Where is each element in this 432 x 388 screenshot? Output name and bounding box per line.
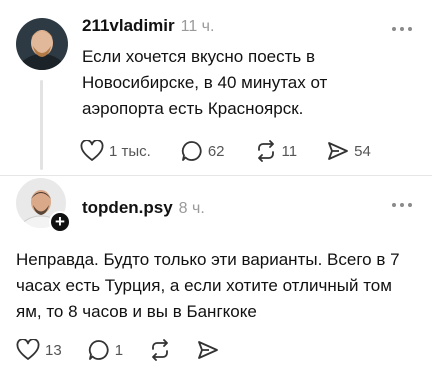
repost-icon — [257, 140, 274, 162]
like-button[interactable]: 13 — [16, 339, 62, 361]
comment-button[interactable]: 1 — [88, 339, 123, 361]
comment-icon — [88, 340, 109, 360]
thread-line — [40, 80, 43, 170]
share-button[interactable]: 54 — [327, 140, 371, 162]
post-actions: 13 1 — [16, 339, 245, 361]
like-count: 13 — [45, 341, 62, 359]
thread-post: 211vladimir 11 ч. Если хочется вкусно по… — [0, 0, 432, 176]
more-dots-icon[interactable] — [392, 200, 412, 210]
post-text: Неправда. Будто только эти варианты. Все… — [16, 250, 400, 321]
share-button[interactable] — [197, 339, 219, 361]
share-icon — [198, 341, 218, 359]
post-header: 211vladimir 11 ч. — [82, 16, 214, 36]
share-icon — [328, 142, 349, 160]
post-header: topden.psy 8 ч. — [82, 198, 205, 218]
like-button[interactable]: 1 тыс. — [80, 140, 151, 162]
like-count: 1 тыс. — [109, 142, 151, 160]
more-dots-icon[interactable] — [392, 24, 412, 34]
comment-icon — [181, 141, 202, 161]
repost-button[interactable] — [149, 339, 171, 361]
thread-post: + topden.psy 8 ч. Неправда. Будто только… — [0, 176, 432, 388]
repost-button[interactable]: 11 — [255, 140, 298, 162]
avatar[interactable] — [16, 18, 68, 70]
username[interactable]: topden.psy — [82, 198, 173, 218]
timestamp: 8 ч. — [178, 200, 205, 217]
heart-icon — [80, 140, 104, 161]
repost-count: 11 — [281, 142, 298, 160]
comment-button[interactable]: 62 — [181, 140, 225, 162]
timestamp: 11 ч. — [180, 18, 215, 35]
plus-icon[interactable]: + — [49, 211, 71, 233]
comment-count: 1 — [114, 341, 124, 359]
post-actions: 1 тыс. 62 11 54 — [80, 140, 401, 162]
repost-icon — [152, 339, 168, 361]
post-text: Если хочется вкусно поесть в Новосибирск… — [82, 47, 328, 118]
share-count: 54 — [354, 142, 371, 160]
comment-count: 62 — [207, 142, 225, 160]
username[interactable]: 211vladimir — [82, 16, 175, 36]
heart-icon — [16, 339, 40, 360]
